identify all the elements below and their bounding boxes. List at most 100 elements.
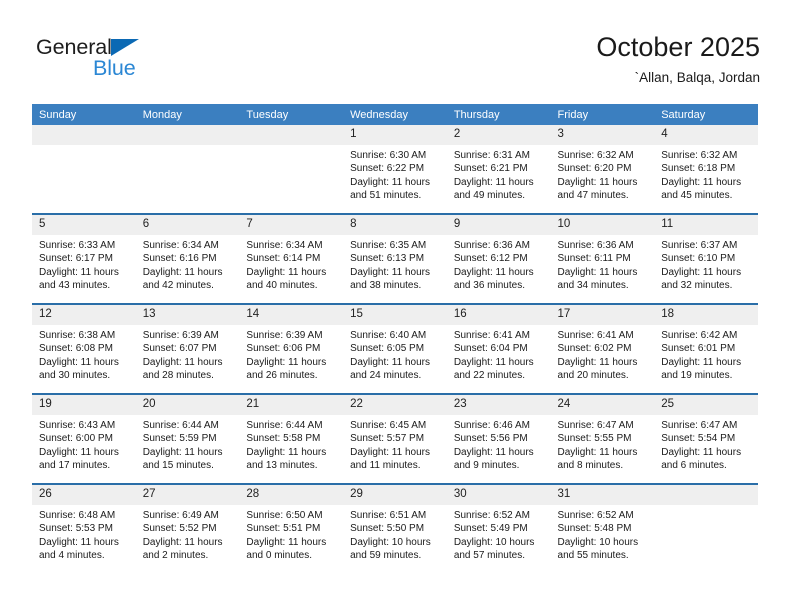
day-detail-line: and 36 minutes. (453, 280, 525, 292)
calendar-day-cell[interactable]: 21 Sunrise: 6:44 AM Sunset: 5:58 PM Dayligh… (239, 393, 344, 484)
day-number: 16 (446, 305, 551, 325)
calendar-day-cell[interactable]: 2 Sunrise: 6:31 AM Sunset: 6:21 PM Daylight… (446, 125, 551, 214)
calendar-day-cell[interactable]: 6 Sunrise: 6:34 AM Sunset: 6:16 PM Daylight… (135, 213, 240, 304)
calendar-day-cell[interactable]: 28 Sunrise: 6:50 AM Sunset: 5:51 PM Dayligh… (239, 483, 344, 573)
day-detail-line: Sunset: 6:20 PM (557, 163, 632, 175)
day-detail-line: Sunset: 5:48 PM (557, 523, 632, 535)
day-detail-line: Daylight: 11 hours (246, 536, 327, 548)
calendar-day-cell[interactable]: 23 Sunrise: 6:46 AM Sunset: 5:56 PM Dayligh… (446, 393, 551, 484)
day-details: Sunrise: 6:51 AM Sunset: 5:50 PM Daylight:… (343, 505, 447, 563)
calendar-day-cell[interactable]: 31 Sunrise: 6:52 AM Sunset: 5:48 PM Dayligh… (550, 483, 655, 573)
calendar-day-cell[interactable]: 22 Sunrise: 6:45 AM Sunset: 5:57 PM Dayligh… (343, 393, 447, 484)
calendar-day-cell[interactable]: 4 Sunrise: 6:32 AM Sunset: 6:18 PM Daylight… (654, 125, 758, 214)
day-detail-line: Sunset: 6:12 PM (453, 253, 528, 265)
calendar-day-cell[interactable]: 19 Sunrise: 6:43 AM Sunset: 6:00 PM Dayligh… (32, 393, 136, 484)
day-details: Sunrise: 6:32 AM Sunset: 6:18 PM Daylight:… (654, 145, 758, 203)
day-detail-line: Daylight: 11 hours (661, 266, 742, 278)
day-detail-line: Sunrise: 6:49 AM (142, 510, 219, 521)
calendar-day-cell[interactable]: 10 Sunrise: 6:36 AM Sunset: 6:11 PM Dayligh… (550, 213, 655, 304)
calendar-day-cell[interactable]: 26 Sunrise: 6:48 AM Sunset: 5:53 PM Dayligh… (32, 483, 136, 573)
day-detail-line: Daylight: 11 hours (350, 176, 430, 188)
calendar-day-cell[interactable]: 12 Sunrise: 6:38 AM Sunset: 6:08 PM Dayligh… (32, 303, 136, 394)
calendar-week-row: 26 Sunrise: 6:48 AM Sunset: 5:53 PM Dayligh… (32, 483, 758, 573)
day-details: Sunrise: 6:36 AM Sunset: 6:12 PM Daylight:… (447, 235, 551, 293)
calendar-day-cell[interactable]: 30 Sunrise: 6:52 AM Sunset: 5:49 PM Dayligh… (446, 483, 551, 573)
day-details: Sunrise: 6:31 AM Sunset: 6:21 PM Daylight:… (447, 145, 551, 203)
day-detail-line: Daylight: 11 hours (661, 176, 742, 188)
calendar-day-cell[interactable]: 13 Sunrise: 6:39 AM Sunset: 6:07 PM Dayligh… (135, 303, 240, 394)
calendar-day-cell-empty (135, 125, 240, 214)
calendar-day-cell[interactable]: 11 Sunrise: 6:37 AM Sunset: 6:10 PM Dayligh… (654, 213, 758, 304)
day-details: Sunrise: 6:44 AM Sunset: 5:58 PM Daylight:… (239, 415, 343, 473)
day-number: 30 (446, 485, 551, 505)
day-detail-line: Daylight: 11 hours (557, 266, 638, 278)
day-number: 8 (343, 215, 447, 235)
day-detail-line: Sunrise: 6:52 AM (453, 510, 530, 521)
calendar-day-cell[interactable]: 1 Sunrise: 6:30 AM Sunset: 6:22 PM Daylight… (343, 125, 447, 214)
calendar-week-row: 5 Sunrise: 6:33 AM Sunset: 6:17 PM Daylight… (32, 213, 758, 304)
day-detail-line: Sunset: 5:56 PM (453, 433, 528, 445)
day-detail-line: and 42 minutes. (142, 280, 214, 292)
day-detail-line: Sunrise: 6:43 AM (39, 420, 116, 431)
calendar-day-cell-empty (239, 125, 344, 214)
day-details: Sunrise: 6:38 AM Sunset: 6:08 PM Daylight:… (32, 325, 136, 383)
calendar-day-cell[interactable]: 17 Sunrise: 6:41 AM Sunset: 6:02 PM Dayligh… (550, 303, 655, 394)
page-subtitle: `Allan, Balqa, Jordan (634, 70, 760, 85)
day-detail-line: Sunrise: 6:34 AM (246, 240, 323, 251)
day-detail-line: Sunset: 6:16 PM (142, 253, 217, 265)
day-detail-line: Sunset: 6:00 PM (39, 433, 113, 445)
calendar-page: General Blue October 2025 `Allan, Balqa,… (0, 0, 792, 612)
calendar-day-cell[interactable]: 3 Sunrise: 6:32 AM Sunset: 6:20 PM Daylight… (550, 125, 655, 214)
day-detail-line: Daylight: 10 hours (350, 536, 431, 548)
day-details: Sunrise: 6:36 AM Sunset: 6:11 PM Daylight:… (551, 235, 655, 293)
day-detail-line: Daylight: 11 hours (142, 356, 223, 368)
day-detail-line: and 51 minutes. (350, 190, 422, 202)
day-details: Sunrise: 6:45 AM Sunset: 5:57 PM Daylight:… (343, 415, 447, 473)
day-number (32, 125, 136, 145)
day-number: 31 (550, 485, 655, 505)
masthead: General Blue October 2025 `Allan, Balqa,… (32, 30, 760, 98)
calendar-day-cell[interactable]: 24 Sunrise: 6:47 AM Sunset: 5:55 PM Dayligh… (550, 393, 655, 484)
calendar-day-cell[interactable]: 7 Sunrise: 6:34 AM Sunset: 6:14 PM Daylight… (239, 213, 344, 304)
day-details: Sunrise: 6:42 AM Sunset: 6:01 PM Daylight:… (654, 325, 758, 383)
day-detail-line: and 0 minutes. (246, 550, 313, 562)
calendar-day-cell[interactable]: 14 Sunrise: 6:39 AM Sunset: 6:06 PM Dayligh… (239, 303, 344, 394)
logo-triangle-icon (111, 39, 139, 56)
calendar-day-cell[interactable]: 25 Sunrise: 6:47 AM Sunset: 5:54 PM Dayligh… (654, 393, 758, 484)
day-detail-line: Sunrise: 6:37 AM (661, 240, 738, 251)
calendar-day-cell[interactable]: 15 Sunrise: 6:40 AM Sunset: 6:05 PM Dayligh… (343, 303, 447, 394)
day-details: Sunrise: 6:32 AM Sunset: 6:20 PM Daylight:… (551, 145, 655, 203)
day-detail-line: and 45 minutes. (661, 190, 733, 202)
calendar-day-cell[interactable]: 18 Sunrise: 6:42 AM Sunset: 6:01 PM Dayligh… (654, 303, 758, 394)
calendar-day-cell[interactable]: 27 Sunrise: 6:49 AM Sunset: 5:52 PM Dayligh… (135, 483, 240, 573)
day-number: 29 (343, 485, 447, 505)
calendar-day-cell[interactable]: 16 Sunrise: 6:41 AM Sunset: 6:04 PM Dayligh… (446, 303, 551, 394)
day-detail-line: Sunrise: 6:32 AM (557, 150, 634, 161)
day-details: Sunrise: 6:44 AM Sunset: 5:59 PM Daylight:… (136, 415, 240, 473)
day-detail-line: Sunset: 5:55 PM (557, 433, 632, 445)
day-detail-line: and 2 minutes. (142, 550, 209, 562)
day-number: 23 (446, 395, 551, 415)
day-detail-line: and 8 minutes. (557, 460, 624, 472)
day-details: Sunrise: 6:34 AM Sunset: 6:14 PM Daylight:… (239, 235, 343, 293)
weekday-header-friday: Friday (550, 104, 655, 125)
day-detail-line: Sunrise: 6:30 AM (350, 150, 427, 161)
calendar-day-cell[interactable]: 9 Sunrise: 6:36 AM Sunset: 6:12 PM Daylight… (446, 213, 551, 304)
day-detail-line: Daylight: 11 hours (453, 356, 534, 368)
day-number: 13 (135, 305, 240, 325)
calendar-day-cell[interactable]: 29 Sunrise: 6:51 AM Sunset: 5:50 PM Dayligh… (343, 483, 447, 573)
general-blue-logo[interactable]: General Blue (36, 35, 236, 91)
day-detail-line: and 26 minutes. (246, 370, 318, 382)
calendar-day-cell[interactable]: 20 Sunrise: 6:44 AM Sunset: 5:59 PM Dayligh… (135, 393, 240, 484)
day-detail-line: Sunrise: 6:50 AM (246, 510, 323, 521)
day-details: Sunrise: 6:34 AM Sunset: 6:16 PM Daylight:… (136, 235, 240, 293)
day-number: 28 (239, 485, 344, 505)
day-detail-line: and 30 minutes. (39, 370, 111, 382)
day-detail-line: Sunset: 6:18 PM (661, 163, 736, 175)
calendar-day-cell[interactable]: 8 Sunrise: 6:35 AM Sunset: 6:13 PM Daylight… (343, 213, 447, 304)
day-detail-line: Sunrise: 6:47 AM (557, 420, 634, 431)
calendar-day-cell[interactable]: 5 Sunrise: 6:33 AM Sunset: 6:17 PM Daylight… (32, 213, 136, 304)
day-detail-line: Sunrise: 6:41 AM (453, 330, 530, 341)
day-detail-line: and 32 minutes. (661, 280, 733, 292)
day-details: Sunrise: 6:52 AM Sunset: 5:49 PM Daylight:… (447, 505, 551, 563)
